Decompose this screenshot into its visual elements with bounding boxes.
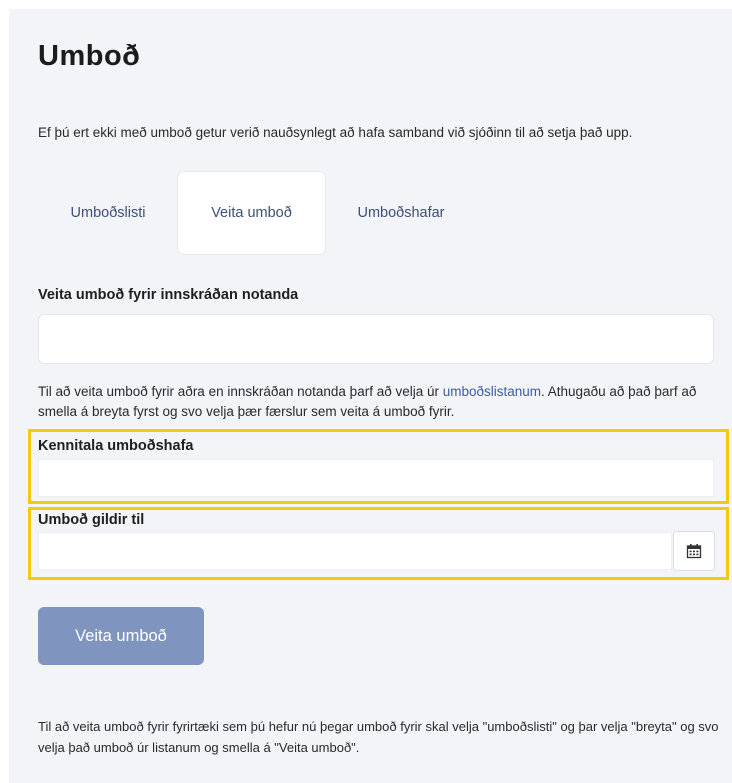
help-text: Til að veita umboð fyrir aðra en innskrá… xyxy=(38,382,718,422)
tab-veita-umbod[interactable]: Veita umboð xyxy=(178,172,325,254)
footer-text: Til að veita umboð fyrir fyrirtæki sem þ… xyxy=(38,719,719,755)
kennitala-input[interactable] xyxy=(38,459,714,497)
tab-bar: Umboðslisti Veita umboð Umboðshafar xyxy=(38,172,518,254)
kennitala-label: Kennitala umboðshafa xyxy=(38,438,194,454)
tab-umbodslisti[interactable]: Umboðslisti xyxy=(38,172,178,254)
calendar-icon xyxy=(686,544,702,559)
intro-text: Ef þú ert ekki með umboð getur verið nau… xyxy=(38,125,633,140)
veita-umbod-button[interactable]: Veita umboð xyxy=(38,607,204,665)
umbodslisti-link[interactable]: umboðslistanum xyxy=(443,384,541,399)
tab-umbodshafar[interactable]: Umboðshafar xyxy=(325,172,477,254)
valid-until-input[interactable] xyxy=(38,532,672,570)
logged-in-input[interactable] xyxy=(38,314,714,364)
valid-until-label: Umboð gildir til xyxy=(38,512,145,528)
help-text-before: Til að veita umboð fyrir aðra en innskrá… xyxy=(38,384,443,399)
logged-in-label: Veita umboð fyrir innskráðan notanda xyxy=(38,287,299,303)
calendar-button[interactable] xyxy=(673,531,715,571)
page-title: Umboð xyxy=(38,40,141,72)
